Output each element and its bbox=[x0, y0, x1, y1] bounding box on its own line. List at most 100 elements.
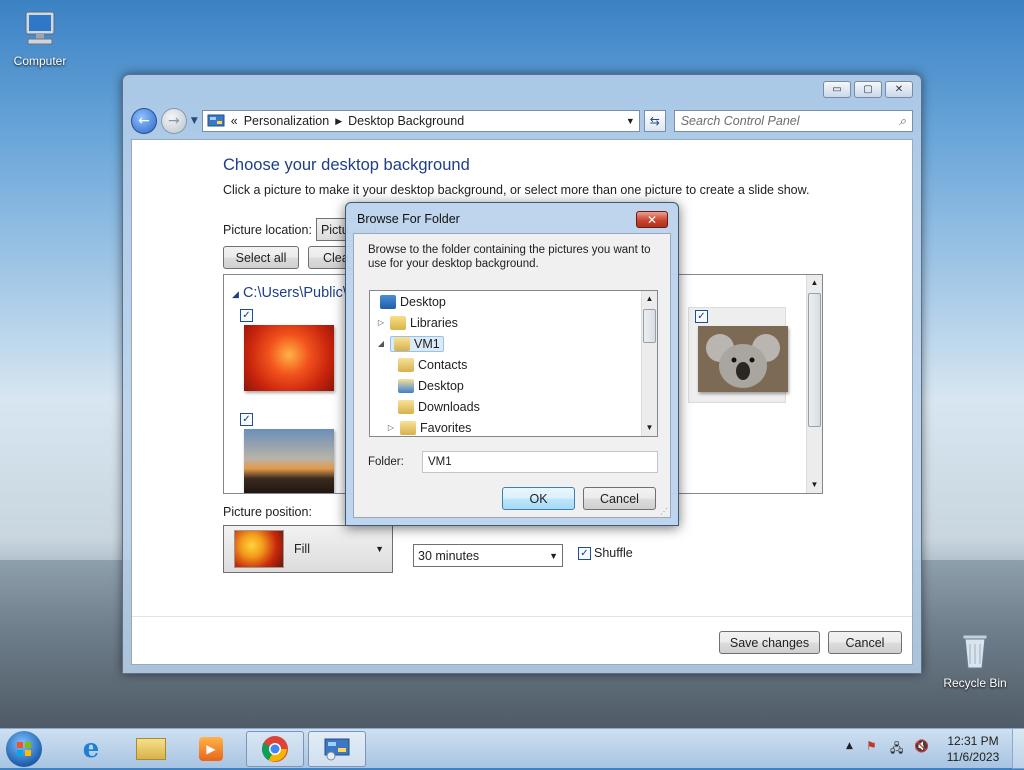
thumbnail-lighthouse[interactable]: ✓ bbox=[238, 411, 336, 493]
tree-item-favorites[interactable]: ▷ Favorites bbox=[386, 417, 472, 436]
tree-item-label: Downloads bbox=[418, 399, 480, 414]
tree-item-label: Contacts bbox=[418, 357, 468, 372]
address-dropdown-icon[interactable]: ▼ bbox=[626, 116, 635, 126]
change-interval-value: 30 minutes bbox=[418, 548, 480, 563]
refresh-button[interactable]: ⇆ bbox=[643, 110, 666, 132]
navigation-bar: ← → ▼ « Personalization ▶ Desktop Backgr… bbox=[131, 107, 913, 135]
arrow-right-icon: → bbox=[168, 113, 180, 129]
browse-for-folder-dialog: Browse For Folder ✕ Browse to the folder… bbox=[345, 202, 679, 526]
expand-arrow-icon[interactable]: ▷ bbox=[376, 318, 386, 327]
scroll-down-icon[interactable]: ▼ bbox=[807, 477, 822, 493]
taskbar-internet-explorer[interactable]: e bbox=[66, 732, 116, 766]
picture-position-select[interactable]: Fill ▼ bbox=[223, 525, 393, 573]
lighthouse-image bbox=[244, 429, 334, 493]
recent-pages-dropdown[interactable]: ▼ bbox=[191, 116, 198, 126]
gallery-path: C:\Users\Public\ bbox=[242, 285, 347, 301]
position-preview-image bbox=[234, 530, 284, 568]
tree-scrollbar[interactable]: ▲ ▼ bbox=[641, 291, 657, 436]
taskbar-file-explorer[interactable] bbox=[126, 732, 176, 766]
tree-item-downloads[interactable]: Downloads bbox=[398, 396, 480, 417]
tree-item-label: Desktop bbox=[418, 378, 464, 393]
action-center-flag-icon[interactable]: ⚑ bbox=[866, 739, 882, 755]
search-input[interactable]: Search Control Panel ⌕ bbox=[673, 110, 913, 132]
taskbar-control-panel[interactable] bbox=[308, 731, 366, 767]
ok-button[interactable]: OK bbox=[502, 487, 575, 510]
scroll-down-icon[interactable]: ▼ bbox=[642, 420, 657, 436]
gallery-scrollbar[interactable]: ▲ ▼ bbox=[806, 275, 822, 493]
thumbnail-checkbox[interactable]: ✓ bbox=[240, 309, 253, 322]
page-title: Choose your desktop background bbox=[223, 156, 470, 174]
tree-item-desktop[interactable]: Desktop bbox=[376, 291, 446, 312]
desktop-icon-recycle-bin[interactable]: Recycle Bin bbox=[937, 630, 1013, 690]
start-button[interactable] bbox=[6, 731, 42, 767]
folder-field[interactable]: VM1 bbox=[422, 451, 658, 473]
scroll-thumb[interactable] bbox=[643, 309, 656, 343]
network-icon[interactable]: 🖧 bbox=[890, 739, 906, 755]
desktop-icon-computer[interactable]: Computer bbox=[2, 8, 78, 68]
save-changes-button[interactable]: Save changes bbox=[719, 631, 820, 654]
select-all-button[interactable]: Select all bbox=[223, 246, 299, 269]
shuffle-option[interactable]: ✓ Shuffle bbox=[578, 546, 633, 560]
minimize-button[interactable]: ▭ bbox=[823, 81, 851, 98]
forward-button[interactable]: → bbox=[160, 108, 187, 134]
expand-arrow-icon[interactable]: ▷ bbox=[386, 423, 396, 432]
dialog-cancel-button[interactable]: Cancel bbox=[583, 487, 656, 510]
address-bar[interactable]: « Personalization ▶ Desktop Background ▼ bbox=[201, 110, 640, 132]
picture-position-label: Picture position: bbox=[223, 505, 312, 519]
taskbar-media-player[interactable]: ▶ bbox=[186, 732, 236, 766]
clock-time: 12:31 PM bbox=[947, 734, 999, 748]
folder-field-value: VM1 bbox=[428, 456, 452, 468]
change-interval-select[interactable]: 30 minutes ▼ bbox=[413, 544, 563, 567]
tree-item-label: Libraries bbox=[410, 315, 458, 330]
tree-item-contacts[interactable]: Contacts bbox=[398, 354, 467, 375]
back-button[interactable]: ← bbox=[131, 108, 157, 134]
scroll-up-icon[interactable]: ▲ bbox=[642, 291, 657, 307]
close-button[interactable]: ✕ bbox=[885, 81, 913, 98]
resize-grip-icon[interactable]: ⋰ bbox=[660, 507, 668, 516]
taskbar: e ▶ ▲ ⚑ 🖧 🔇 12:31 PM 11/6/2023 bbox=[0, 728, 1024, 769]
shuffle-checkbox[interactable]: ✓ bbox=[578, 546, 591, 560]
chrome-icon bbox=[261, 736, 288, 762]
taskbar-chrome[interactable] bbox=[246, 731, 304, 767]
selected-highlight[interactable]: VM1 bbox=[390, 335, 444, 352]
arrow-left-icon: ← bbox=[138, 113, 150, 129]
thumbnail-checkbox[interactable]: ✓ bbox=[695, 310, 708, 323]
scroll-up-icon[interactable]: ▲ bbox=[807, 275, 822, 291]
breadcrumb-separator-icon[interactable]: ▶ bbox=[335, 116, 342, 127]
tree-item-vm1[interactable]: ◢ VM1 bbox=[376, 333, 444, 354]
shuffle-label: Shuffle bbox=[594, 546, 633, 560]
contacts-folder-icon bbox=[398, 357, 414, 372]
tree-item-label: Desktop bbox=[400, 294, 446, 309]
favorites-folder-icon bbox=[400, 420, 416, 435]
dialog-close-button[interactable]: ✕ bbox=[636, 211, 668, 228]
gallery-folder-header[interactable]: ◢ C:\Users\Public\ bbox=[232, 285, 347, 301]
search-placeholder: Search Control Panel bbox=[680, 114, 800, 128]
chevron-down-icon: ▼ bbox=[375, 544, 384, 554]
window-controls: ▭ ▢ ✕ bbox=[823, 81, 913, 98]
breadcrumb-desktop-background[interactable]: Desktop Background bbox=[348, 114, 464, 128]
control-panel-icon bbox=[324, 738, 350, 761]
folder-tree[interactable]: Desktop ▷ Libraries ◢ VM1 Contacts Deskt… bbox=[369, 290, 658, 437]
tree-item-desktop-folder[interactable]: Desktop bbox=[398, 375, 464, 396]
tree-item-libraries[interactable]: ▷ Libraries bbox=[376, 312, 458, 333]
recycle-bin-icon bbox=[953, 630, 997, 674]
show-desktop-button[interactable] bbox=[1012, 729, 1024, 769]
show-hidden-icons-button[interactable]: ▲ bbox=[846, 741, 853, 751]
maximize-button[interactable]: ▢ bbox=[854, 81, 882, 98]
red-flower-image bbox=[244, 325, 334, 391]
thumbnail-red-flower[interactable]: ✓ bbox=[238, 307, 336, 403]
breadcrumb-personalization[interactable]: Personalization bbox=[244, 114, 329, 128]
system-clock[interactable]: 12:31 PM 11/6/2023 bbox=[940, 733, 1006, 765]
volume-muted-icon[interactable]: 🔇 bbox=[914, 739, 930, 755]
collapse-arrow-icon[interactable]: ◢ bbox=[376, 339, 386, 348]
collapse-arrow-icon[interactable]: ◢ bbox=[232, 289, 239, 299]
tree-item-label: Favorites bbox=[420, 420, 472, 435]
cancel-button[interactable]: Cancel bbox=[828, 631, 902, 654]
search-icon[interactable]: ⌕ bbox=[899, 114, 906, 129]
thumbnail-checkbox[interactable]: ✓ bbox=[240, 413, 253, 426]
downloads-folder-icon bbox=[398, 399, 414, 414]
breadcrumb-overflow[interactable]: « bbox=[231, 114, 238, 128]
scroll-thumb[interactable] bbox=[808, 293, 821, 427]
thumbnail-koala[interactable]: ✓ bbox=[688, 307, 788, 403]
tree-item-label: VM1 bbox=[414, 336, 440, 351]
